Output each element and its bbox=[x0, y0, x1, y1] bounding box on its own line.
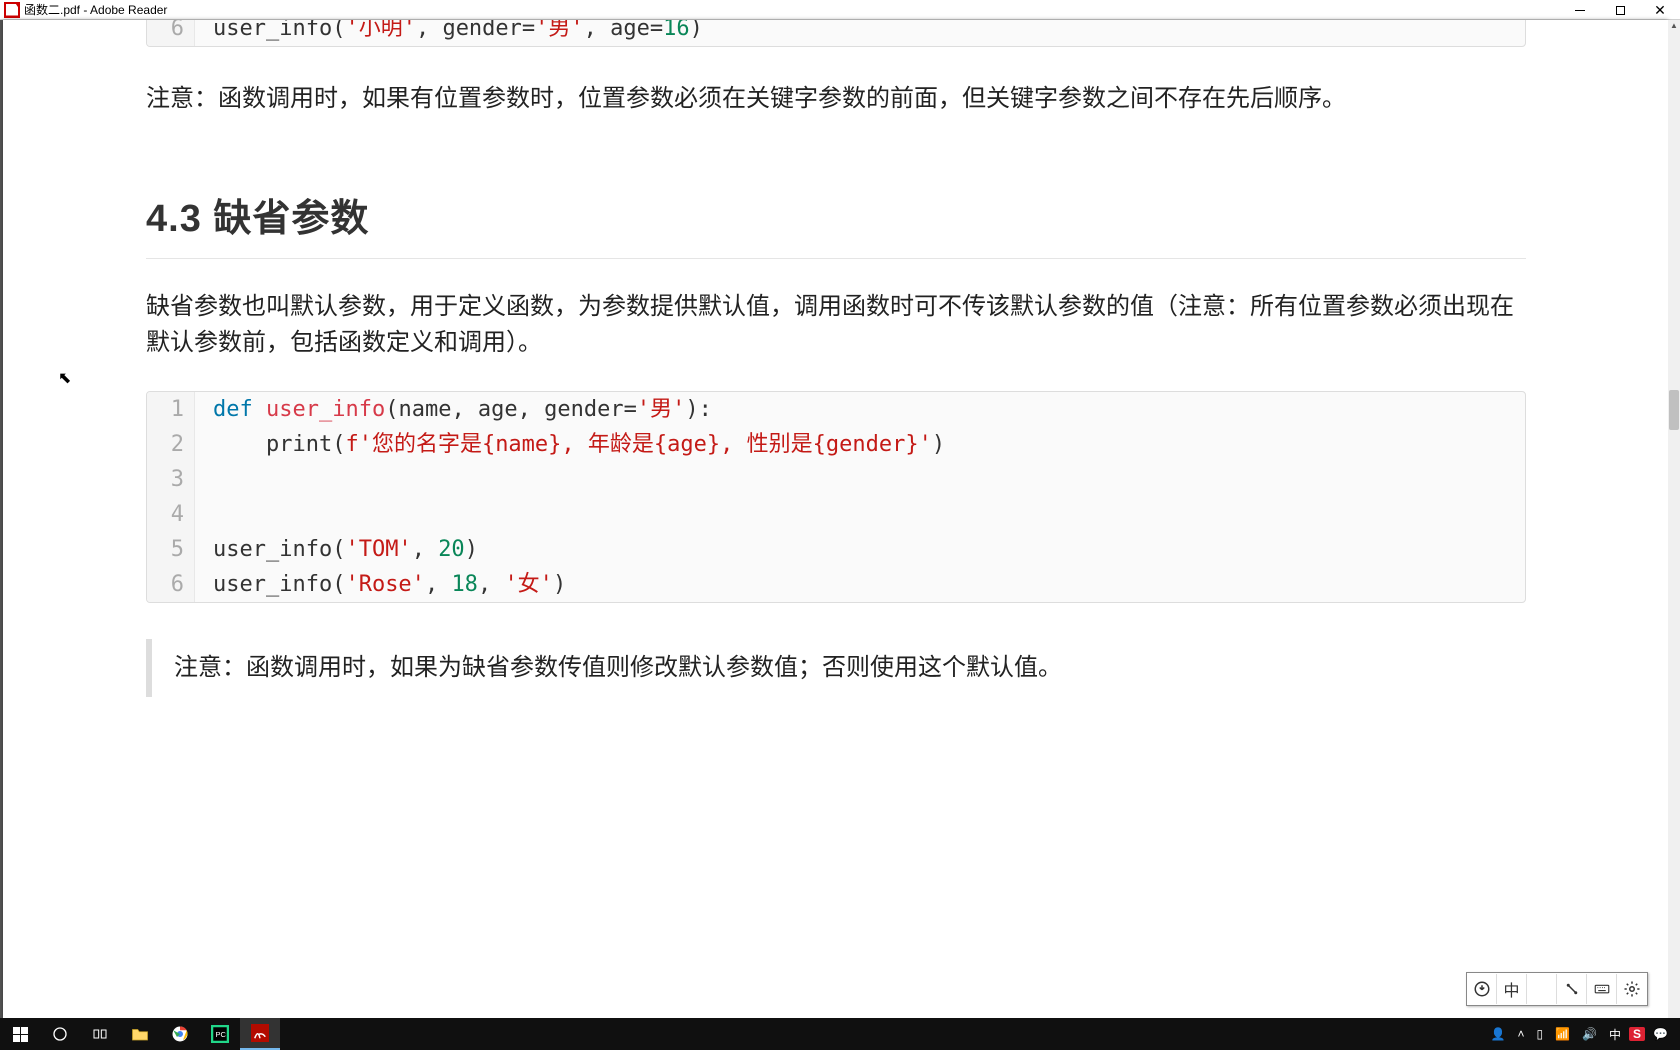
tray-ime-brand[interactable]: S bbox=[1629, 1027, 1645, 1041]
tray-network-icon[interactable]: 📶 bbox=[1551, 1027, 1574, 1041]
minimize-button[interactable] bbox=[1560, 0, 1600, 20]
code-row: 3 bbox=[147, 462, 1525, 497]
adobe-reader-taskbar[interactable] bbox=[240, 1018, 280, 1050]
titlebar: 函数二.pdf - Adobe Reader ✕ bbox=[0, 0, 1680, 20]
tray-notifications-icon[interactable]: 💬 bbox=[1649, 1027, 1672, 1041]
reader-floating-toolbar: 中 bbox=[1466, 972, 1648, 1006]
note-paragraph-1: 注意：函数调用时，如果有位置参数时，位置参数必须在关键字参数的前面，但关键字参数… bbox=[146, 81, 1526, 117]
maximize-button[interactable] bbox=[1600, 0, 1640, 20]
night-icon bbox=[1533, 980, 1551, 998]
vertical-scrollbar[interactable]: ▲ bbox=[1668, 20, 1680, 1018]
tray-battery-icon[interactable]: ▯ bbox=[1533, 1027, 1548, 1041]
code-row: 4 bbox=[147, 497, 1525, 532]
line-number: 6 bbox=[147, 567, 195, 602]
circle-icon bbox=[52, 1026, 68, 1042]
code-line bbox=[195, 462, 213, 497]
code-block-1: 4 5 user_info('Rose', age=20, gender='女'… bbox=[146, 20, 1526, 47]
cortana-button[interactable] bbox=[40, 1018, 80, 1050]
keyboard-icon bbox=[1593, 980, 1611, 998]
gear-icon bbox=[1623, 980, 1641, 998]
pycharm-icon: PC bbox=[211, 1025, 229, 1043]
system-tray: 👤 ˄ ▯ 📶 🔊 中 S 💬 bbox=[1487, 1026, 1680, 1043]
task-view-button[interactable] bbox=[80, 1018, 120, 1050]
document-viewport: 4 5 user_info('Rose', age=20, gender='女'… bbox=[0, 20, 1680, 1018]
chrome-icon bbox=[171, 1025, 189, 1043]
line-number: 5 bbox=[147, 532, 195, 567]
adobe-reader-taskbar-icon bbox=[251, 1024, 269, 1042]
svg-text:PC: PC bbox=[216, 1030, 227, 1039]
chrome-taskbar[interactable] bbox=[160, 1018, 200, 1050]
code-row: 6 user_info('小明', gender='男', age=16) bbox=[147, 20, 1525, 46]
line-number: 3 bbox=[147, 462, 195, 497]
folder-icon bbox=[131, 1026, 149, 1042]
save-icon bbox=[1473, 980, 1491, 998]
reader-save-button[interactable] bbox=[1467, 974, 1497, 1004]
code-line: user_info('Rose', 18, '女') bbox=[195, 567, 566, 602]
code-line: user_info('小明', gender='男', age=16) bbox=[195, 20, 703, 46]
tray-volume-icon[interactable]: 🔊 bbox=[1578, 1027, 1601, 1041]
page-content: 4 5 user_info('Rose', age=20, gender='女'… bbox=[146, 20, 1526, 1018]
code-row: 1 def user_info(name, age, gender='男'): bbox=[147, 392, 1525, 427]
line-number: 1 bbox=[147, 392, 195, 427]
scroll-up-arrow[interactable]: ▲ bbox=[1668, 20, 1680, 30]
window-title: 函数二.pdf - Adobe Reader bbox=[24, 1, 167, 18]
tray-people-icon[interactable]: 👤 bbox=[1487, 1027, 1510, 1041]
line-number: 2 bbox=[147, 427, 195, 462]
close-button[interactable]: ✕ bbox=[1640, 0, 1680, 20]
windows-logo-icon bbox=[13, 1027, 28, 1042]
code-line: def user_info(name, age, gender='男'): bbox=[195, 392, 712, 427]
code-row: 6 user_info('Rose', 18, '女') bbox=[147, 567, 1525, 602]
scroll-thumb[interactable] bbox=[1669, 390, 1679, 430]
pdf-page: 4 5 user_info('Rose', age=20, gender='女'… bbox=[3, 20, 1668, 1018]
note-blockquote: 注意：函数调用时，如果为缺省参数传值则修改默认参数值；否则使用这个默认值。 bbox=[146, 639, 1526, 697]
task-view-icon bbox=[92, 1026, 108, 1042]
line-number: 6 bbox=[147, 20, 195, 46]
code-line: user_info('TOM', 20) bbox=[195, 532, 478, 567]
section-heading: 4.3 缺省参数 bbox=[146, 187, 1526, 259]
code-line bbox=[195, 497, 213, 532]
tray-ime-lang[interactable]: 中 bbox=[1605, 1026, 1625, 1043]
reader-lang-button[interactable]: 中 bbox=[1497, 974, 1527, 1004]
pycharm-taskbar[interactable]: PC bbox=[200, 1018, 240, 1050]
body-paragraph-1: 缺省参数也叫默认参数，用于定义函数，为参数提供默认值，调用函数时可不传该默认参数… bbox=[146, 289, 1526, 361]
code-line: print(f'您的名字是{name}, 年龄是{age}, 性别是{gende… bbox=[195, 427, 945, 462]
taskbar: PC 👤 ˄ ▯ 📶 🔊 中 S 💬 bbox=[0, 1018, 1680, 1050]
reader-night-button[interactable] bbox=[1527, 974, 1557, 1004]
code-row: 2 print(f'您的名字是{name}, 年龄是{age}, 性别是{gen… bbox=[147, 427, 1525, 462]
reader-keyboard-button[interactable] bbox=[1587, 974, 1617, 1004]
file-explorer-taskbar[interactable] bbox=[120, 1018, 160, 1050]
window-controls: ✕ bbox=[1560, 0, 1680, 20]
tray-expand-icon[interactable]: ˄ bbox=[1513, 1027, 1528, 1041]
code-row: 5 user_info('TOM', 20) bbox=[147, 532, 1525, 567]
code-block-2: 1 def user_info(name, age, gender='男'): … bbox=[146, 391, 1526, 603]
start-button[interactable] bbox=[0, 1018, 40, 1050]
reader-scroll-button[interactable] bbox=[1557, 974, 1587, 1004]
adobe-reader-icon bbox=[4, 2, 20, 18]
line-number: 4 bbox=[147, 497, 195, 532]
scroll-icon bbox=[1563, 980, 1581, 998]
reader-settings-button[interactable] bbox=[1617, 974, 1647, 1004]
